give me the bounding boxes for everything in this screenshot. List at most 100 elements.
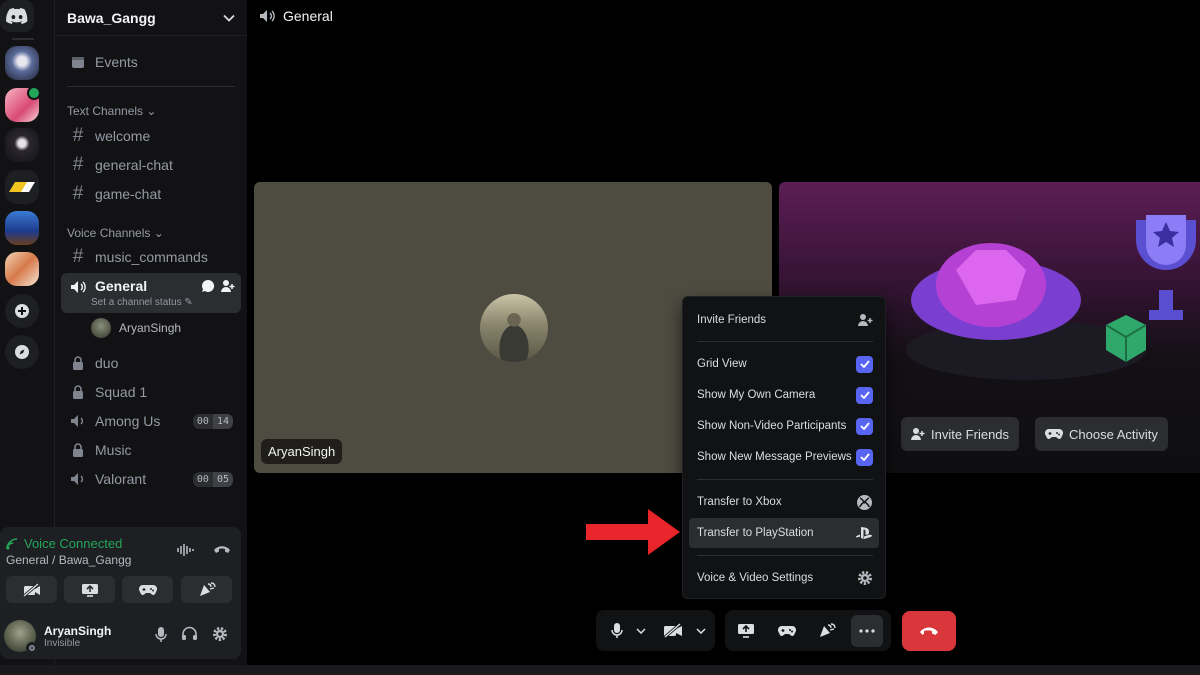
add-user-icon	[858, 314, 873, 326]
server-icon-6[interactable]	[5, 252, 39, 286]
microphone-icon[interactable]	[155, 626, 167, 643]
channel-duo[interactable]: duo	[61, 349, 241, 377]
menu-label: Show My Own Camera	[697, 389, 816, 401]
explore-servers-button[interactable]	[5, 335, 39, 369]
channel-welcome[interactable]: # welcome	[61, 122, 241, 150]
channel-label: Valorant	[95, 471, 147, 487]
speaker-icon	[260, 10, 275, 22]
activity-button[interactable]	[767, 615, 807, 647]
gamepad-icon	[138, 584, 157, 595]
menu-show-message-previews[interactable]: Show New Message Previews	[689, 442, 879, 472]
mute-button[interactable]	[602, 615, 632, 647]
text-category-label: Text Channels	[67, 104, 144, 118]
checkbox-checked-icon[interactable]	[856, 355, 873, 373]
hash-icon: #	[72, 246, 84, 267]
channel-valorant[interactable]: Valorant 00 05	[61, 465, 241, 493]
avatar	[91, 318, 111, 338]
add-user-icon[interactable]	[220, 279, 235, 293]
channel-label: music_commands	[95, 249, 208, 265]
more-options-button[interactable]	[851, 614, 883, 647]
channel-general-chat[interactable]: # general-chat	[61, 151, 241, 179]
channel-among-us[interactable]: Among Us 00 14	[61, 407, 241, 435]
choose-activity-label: Choose Activity	[1069, 426, 1158, 442]
leave-call-button[interactable]	[902, 611, 956, 651]
voice-channel-general[interactable]: General Set a channel status ✎	[61, 273, 241, 313]
server-icon-3[interactable]	[5, 128, 39, 162]
channel-label: welcome	[95, 128, 151, 144]
badge-current: 00	[192, 471, 213, 487]
menu-label: Show Non-Video Participants	[697, 420, 847, 432]
menu-transfer-playstation[interactable]: Transfer to PlayStation	[689, 518, 879, 548]
voice-location[interactable]: General / Bawa_Gangg	[6, 553, 131, 567]
checkbox-checked-icon[interactable]	[856, 448, 873, 466]
invite-friends-button[interactable]: Invite Friends	[901, 417, 1020, 451]
menu-label: Transfer to PlayStation	[697, 527, 814, 539]
rail-separator	[12, 38, 34, 40]
menu-invite-friends[interactable]: Invite Friends	[689, 305, 879, 335]
choose-activity-button[interactable]: Choose Activity	[1035, 417, 1168, 451]
channel-label: duo	[95, 355, 119, 371]
channel-status-input[interactable]: Set a channel status ✎	[91, 297, 193, 308]
events-label: Events	[95, 54, 138, 70]
chevron-down-icon	[223, 14, 235, 22]
more-options-menu: Invite Friends Grid View Show My Own Cam…	[682, 296, 886, 599]
mic-camera-controls	[596, 610, 715, 651]
soundboard-button[interactable]	[807, 615, 847, 647]
add-server-button[interactable]	[5, 294, 39, 328]
lock-icon	[69, 354, 87, 372]
annotation-arrow-icon	[586, 509, 680, 555]
gear-icon[interactable]	[212, 626, 228, 642]
channel-header: General	[259, 8, 333, 24]
gamepad-icon	[778, 625, 796, 636]
server-icon-2[interactable]	[5, 86, 41, 122]
add-user-icon	[911, 428, 925, 440]
server-icon-5[interactable]	[5, 211, 39, 245]
chat-bubble-icon[interactable]	[201, 279, 215, 293]
voice-channels-category[interactable]: Voice Channels ⌄	[67, 226, 164, 240]
activity-button[interactable]	[122, 576, 173, 603]
activity-controls	[725, 610, 891, 651]
screen-share-button[interactable]	[725, 615, 767, 647]
server-logo-icon	[9, 182, 35, 192]
channel-music-commands[interactable]: # music_commands	[61, 243, 241, 271]
camera-button[interactable]	[654, 615, 692, 647]
camera-options-button[interactable]	[692, 615, 710, 647]
menu-show-non-video[interactable]: Show Non-Video Participants	[689, 411, 879, 441]
participant-avatar	[480, 294, 548, 362]
soundboard-button[interactable]	[181, 576, 232, 603]
channel-game-chat[interactable]: # game-chat	[61, 180, 241, 208]
invite-friends-label: Invite Friends	[931, 426, 1010, 442]
server-icon-4[interactable]	[5, 170, 39, 204]
channel-label: Among Us	[95, 413, 161, 429]
mic-options-button[interactable]	[632, 615, 650, 647]
headphones-icon[interactable]	[181, 626, 198, 641]
user-info[interactable]: AryanSingh Invisible	[4, 616, 236, 656]
soundboard-icon	[820, 622, 836, 637]
discord-home-button[interactable]	[0, 0, 34, 32]
menu-label: Grid View	[697, 358, 747, 370]
voice-connected-status[interactable]: Voice Connected	[6, 536, 122, 551]
screen-share-button[interactable]	[64, 576, 115, 603]
badge-limit: 14	[212, 413, 233, 429]
channel-squad-1[interactable]: Squad 1	[61, 378, 241, 406]
text-channels-category[interactable]: Text Channels ⌄	[67, 104, 156, 118]
events-item[interactable]: Events	[61, 48, 241, 76]
camera-toggle-button[interactable]	[6, 576, 57, 603]
server-icon-1[interactable]	[5, 46, 39, 80]
disconnect-icon[interactable]	[213, 543, 231, 555]
voice-participant[interactable]: AryanSingh	[91, 318, 181, 338]
menu-show-own-camera[interactable]: Show My Own Camera	[689, 380, 879, 410]
invisible-status-icon	[26, 642, 38, 654]
noise-suppression-icon[interactable]	[177, 543, 195, 557]
checkbox-checked-icon[interactable]	[856, 386, 873, 404]
menu-transfer-xbox[interactable]: Transfer to Xbox	[689, 487, 879, 517]
checkbox-checked-icon[interactable]	[856, 417, 873, 435]
menu-grid-view[interactable]: Grid View	[689, 349, 879, 379]
active-channel-name: General	[95, 278, 148, 294]
server-header[interactable]: Bawa_Gangg	[55, 0, 247, 36]
user-status: Invisible	[44, 637, 81, 649]
voice-participant-name: AryanSingh	[119, 321, 182, 335]
xbox-icon	[857, 494, 872, 510]
menu-voice-video-settings[interactable]: Voice & Video Settings	[689, 563, 879, 593]
channel-music[interactable]: Music	[61, 436, 241, 464]
